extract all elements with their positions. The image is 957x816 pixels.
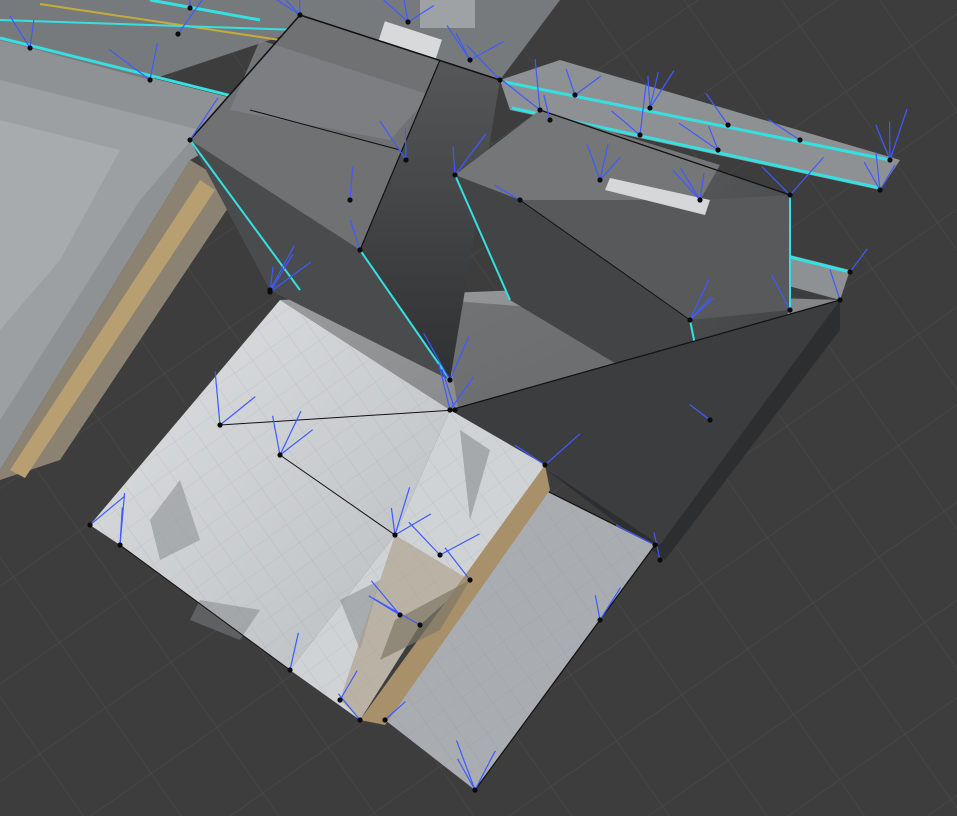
vertex-dot-icon[interactable]	[392, 532, 398, 538]
normal-line-icon	[404, 128, 407, 161]
vertex-dot-icon[interactable]	[597, 177, 603, 183]
vertex-dot-icon[interactable]	[447, 377, 453, 383]
vertex-dot-icon[interactable]	[217, 422, 223, 428]
3d-viewport[interactable]	[0, 0, 957, 816]
vertex-dot-icon[interactable]	[187, 5, 193, 11]
vertex-dot-icon[interactable]	[707, 417, 713, 423]
vertex-dot-icon[interactable]	[437, 552, 443, 558]
vertex-dot-icon[interactable]	[687, 317, 693, 323]
vertex-dot-icon[interactable]	[397, 612, 403, 618]
vertex-dot-icon[interactable]	[472, 787, 478, 793]
vertex-dot-icon[interactable]	[797, 137, 803, 143]
vertex-dot-icon[interactable]	[847, 269, 853, 275]
vertex-dot-icon[interactable]	[467, 57, 473, 63]
vertex-dot-icon[interactable]	[382, 717, 388, 723]
vertex-dot-icon[interactable]	[497, 77, 503, 83]
vertex-dot-icon[interactable]	[877, 187, 883, 193]
vertex-dot-icon[interactable]	[697, 197, 703, 203]
vertex-dot-icon[interactable]	[187, 137, 193, 143]
vertex-dot-icon[interactable]	[725, 122, 731, 128]
vertex-dot-icon[interactable]	[652, 542, 658, 548]
vertex-dot-icon[interactable]	[417, 622, 423, 628]
vertex-dot-icon[interactable]	[467, 577, 473, 583]
vertex-dot-icon[interactable]	[887, 157, 893, 163]
vertex-dot-icon[interactable]	[452, 407, 458, 413]
vertex-dot-icon[interactable]	[452, 172, 458, 178]
vertex-dot-icon[interactable]	[357, 717, 363, 723]
vertex-dot-icon[interactable]	[517, 197, 523, 203]
vertex-dot-icon[interactable]	[637, 132, 643, 138]
vertex-dot-icon[interactable]	[277, 452, 283, 458]
vertex-dot-icon[interactable]	[787, 192, 793, 198]
vertex-dot-icon[interactable]	[267, 287, 273, 293]
vertex-dot-icon[interactable]	[787, 307, 793, 313]
vertex-dot-icon[interactable]	[405, 19, 411, 25]
vertex-dot-icon[interactable]	[403, 157, 409, 163]
vertex-dot-icon[interactable]	[837, 297, 843, 303]
vertex-dot-icon[interactable]	[175, 31, 181, 37]
vertex-dot-icon[interactable]	[347, 197, 353, 203]
vertex-dot-icon[interactable]	[117, 542, 123, 548]
vertex-dot-icon[interactable]	[447, 407, 453, 413]
vertex-dot-icon[interactable]	[597, 617, 603, 623]
vertex-dot-icon[interactable]	[572, 92, 578, 98]
vertex-dot-icon[interactable]	[537, 107, 543, 113]
vertex-dot-icon[interactable]	[337, 697, 343, 703]
vertex-dot-icon[interactable]	[287, 667, 293, 673]
vertex-dot-icon[interactable]	[542, 462, 548, 468]
vertex-dot-icon[interactable]	[357, 247, 363, 253]
vertex-dot-icon[interactable]	[27, 45, 33, 51]
vertex-dot-icon[interactable]	[87, 522, 93, 528]
vertex-dot-icon[interactable]	[147, 77, 153, 83]
vertex-dot-icon[interactable]	[547, 117, 553, 123]
vertex-dot-icon[interactable]	[657, 557, 663, 563]
vertex-dot-icon[interactable]	[297, 12, 303, 18]
vertex-dot-icon[interactable]	[647, 105, 653, 111]
vertex-dot-icon[interactable]	[715, 147, 721, 153]
